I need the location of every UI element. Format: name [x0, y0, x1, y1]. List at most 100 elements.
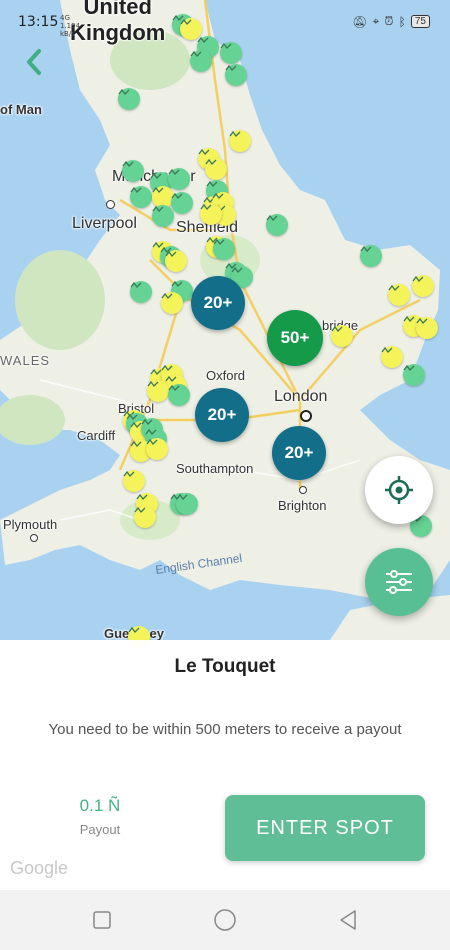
spot-marker-yellow[interactable] — [147, 380, 169, 402]
spot-marker-yellow[interactable] — [331, 325, 353, 347]
status-icons: 🔕︎ ⌖ ⏰︎ ᛒ 75 — [352, 14, 430, 29]
spot-marker-green[interactable] — [220, 42, 242, 64]
trend-icon — [168, 384, 180, 391]
trend-icon — [266, 214, 278, 221]
spot-marker-yellow[interactable] — [161, 292, 183, 314]
cluster-count: 20+ — [207, 405, 237, 424]
location-icon: ⌖ — [372, 14, 380, 28]
place-label-plymouth: Plymouth — [3, 517, 58, 532]
circle-icon — [214, 909, 236, 931]
city-dot — [106, 200, 115, 209]
spot-details-sheet: Le Touquet You need to be within 500 met… — [0, 640, 450, 890]
trend-icon — [152, 186, 164, 193]
trend-icon — [381, 346, 393, 353]
spot-marker-green[interactable] — [213, 238, 235, 260]
spot-marker-green[interactable] — [152, 205, 174, 227]
trend-icon — [200, 203, 212, 210]
place-label-cardiff: Cardiff — [77, 428, 116, 443]
place-label-london: London — [274, 388, 328, 405]
crosshair-icon — [385, 476, 413, 504]
network-rate: 1.194 — [60, 22, 81, 30]
trend-icon — [412, 275, 424, 282]
network-speed: 4G 1.194 kB/s — [60, 14, 80, 38]
spot-marker-green[interactable] — [168, 168, 190, 190]
trend-icon — [206, 180, 218, 187]
spot-marker-green[interactable] — [171, 192, 193, 214]
place-label-brighton: Brighton — [278, 498, 327, 513]
recents-button[interactable] — [90, 908, 114, 932]
city-dot-london — [300, 410, 312, 422]
spot-marker-yellow[interactable] — [165, 250, 187, 272]
spot-marker-green[interactable] — [130, 281, 152, 303]
spot-marker-yellow[interactable] — [123, 470, 145, 492]
spot-marker-green[interactable] — [118, 88, 140, 110]
battery-icon: 75 — [410, 15, 430, 28]
bluetooth-icon: ᛒ — [398, 14, 406, 29]
trend-icon — [388, 284, 400, 291]
payout-label: Payout — [79, 822, 121, 837]
trend-icon — [128, 626, 140, 633]
trend-icon — [198, 148, 210, 155]
spot-marker-yellow[interactable] — [229, 130, 251, 152]
distance-message: You need to be within 500 meters to rece… — [48, 721, 402, 738]
back-nav-button[interactable] — [336, 908, 360, 932]
spot-marker-yellow[interactable] — [200, 203, 222, 225]
filter-button[interactable] — [365, 548, 433, 616]
spot-marker-green[interactable] — [122, 160, 144, 182]
spot-marker-green[interactable] — [266, 214, 288, 236]
trend-icon — [145, 428, 157, 435]
spot-cluster[interactable]: 20+ — [195, 388, 249, 442]
alarm-icon: ⏰︎ — [384, 14, 394, 28]
trend-icon — [122, 160, 134, 167]
trend-icon — [168, 168, 180, 175]
spot-title: Le Touquet — [174, 656, 276, 677]
spot-marker-yellow[interactable] — [412, 275, 434, 297]
trend-icon — [205, 158, 217, 165]
spot-marker-green[interactable] — [360, 245, 382, 267]
spot-marker-yellow[interactable] — [416, 317, 438, 339]
google-logo: Google — [10, 858, 69, 878]
trend-icon — [136, 493, 148, 500]
payout-value: 0.1 Ñ — [79, 796, 121, 815]
spot-marker-yellow[interactable] — [381, 346, 403, 368]
trend-icon — [161, 292, 173, 299]
trend-icon — [130, 440, 142, 447]
square-icon — [93, 911, 111, 929]
place-label-liverpool: Liverpool — [72, 215, 137, 232]
spot-marker-yellow[interactable] — [388, 284, 410, 306]
trend-icon — [213, 238, 225, 245]
trend-icon — [165, 375, 177, 382]
trend-icon — [176, 493, 188, 500]
spot-marker-green[interactable] — [190, 50, 212, 72]
city-dot — [30, 534, 38, 542]
spot-marker-green[interactable] — [225, 64, 247, 86]
trend-icon — [229, 130, 241, 137]
trend-icon — [231, 266, 243, 273]
map-view[interactable]: United Kingdom of Man Manchester Liverpo… — [0, 0, 450, 648]
trend-icon — [212, 192, 224, 199]
system-navigation-bar — [0, 890, 450, 950]
spot-cluster[interactable]: 20+ — [191, 276, 245, 330]
spot-marker-yellow[interactable] — [134, 506, 156, 528]
status-bar: 13:15 4G 1.194 kB/s 🔕︎ ⌖ ⏰︎ ᛒ 75 — [0, 0, 450, 44]
trend-icon — [150, 172, 162, 179]
spot-marker-green[interactable] — [168, 384, 190, 406]
trend-icon — [403, 364, 415, 371]
home-button[interactable] — [213, 908, 237, 932]
trend-icon — [171, 192, 183, 199]
trend-icon — [360, 245, 372, 252]
back-button[interactable] — [24, 48, 44, 83]
spot-cluster[interactable]: 50+ — [267, 310, 323, 366]
locate-me-button[interactable] — [365, 456, 433, 524]
status-time: 13:15 — [18, 14, 59, 30]
place-label-southampton: Southampton — [176, 461, 254, 476]
spot-marker-yellow[interactable] — [205, 158, 227, 180]
spot-marker-yellow[interactable] — [146, 438, 168, 460]
trend-icon — [165, 250, 177, 257]
spot-marker-green[interactable] — [130, 186, 152, 208]
spot-marker-green[interactable] — [176, 493, 198, 515]
spot-cluster[interactable]: 20+ — [272, 426, 326, 480]
trend-icon — [147, 380, 159, 387]
spot-marker-green[interactable] — [403, 364, 425, 386]
enter-spot-button[interactable]: ENTER SPOT — [225, 795, 425, 861]
